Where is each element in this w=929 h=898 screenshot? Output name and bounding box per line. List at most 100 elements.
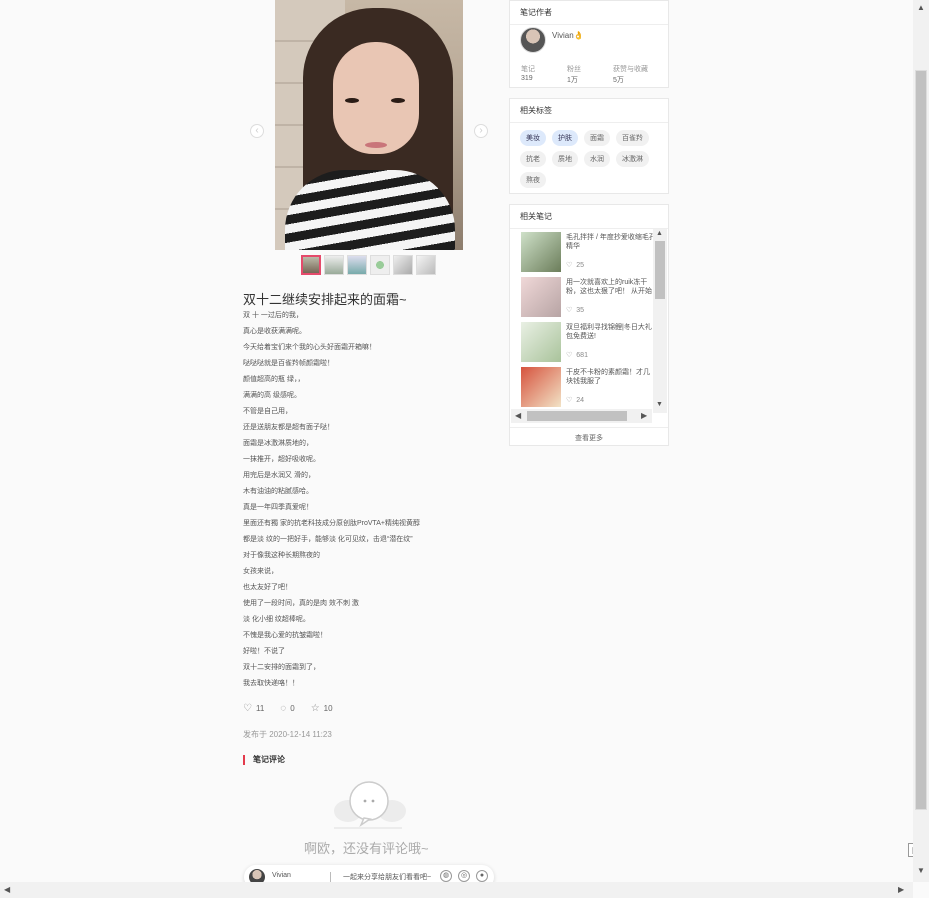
comment-count: 0 [290, 704, 295, 713]
related-like-count: 25 [576, 261, 585, 269]
tag-list: 美妆 护肤 面霜 百雀羚 抗老 质地 水润 冰激淋 熬夜 [510, 123, 668, 195]
comments-heading: 笔记评论 [243, 755, 285, 765]
list-item[interactable]: 毛孔拌拌 / 年度抄爱收缩毛孔精华 ♡ 25 [511, 229, 661, 274]
image-eye-right [391, 98, 405, 103]
author-stat-fans: 粉丝 1万 [567, 64, 581, 85]
related-likes: ♡ 35 [566, 306, 585, 315]
tag[interactable]: 熬夜 [520, 172, 546, 188]
body-line: 真心是收获满满呢。 [243, 328, 306, 335]
related-horizontal-scrollbar[interactable]: ◀ ▶ [511, 409, 652, 423]
tag[interactable]: 质地 [552, 151, 578, 167]
body-line: 淡 化小细 纹超棒呢。 [243, 616, 310, 623]
list-item[interactable]: 干皮不卡粉的素颜霜！才几块钱我服了 ♡ 24 [511, 364, 661, 409]
thumbnail-3[interactable] [347, 255, 367, 275]
related-likes: ♡ 24 [566, 396, 584, 405]
scroll-up-icon[interactable]: ▲ [917, 3, 925, 12]
wechat-icon[interactable]: ◍ [440, 870, 452, 882]
scroll-left-icon[interactable]: ◀ [4, 885, 10, 894]
related-list: 毛孔拌拌 / 年度抄爱收缩毛孔精华 ♡ 25 用一次就喜欢上的ruik冻干粉，这… [511, 229, 661, 413]
related-notes-card: 相关笔记 毛孔拌拌 / 年度抄爱收缩毛孔精华 ♡ 25 用一次就喜欢上的ruik… [509, 204, 669, 446]
like-count: 11 [255, 704, 265, 713]
related-card-heading: 相关笔记 [510, 205, 668, 229]
body-line: 双 十 一过后的我， [243, 312, 303, 319]
next-image-button[interactable]: › [474, 124, 488, 138]
heart-icon: ♡ [566, 352, 573, 359]
comment-icon: ◌ [280, 703, 287, 714]
body-line: 满满的高 级感呢。 [243, 392, 301, 399]
scroll-down-icon[interactable]: ▼ [917, 866, 925, 875]
page-vertical-scrollbar[interactable]: ▲ ▼ [913, 0, 929, 882]
tag[interactable]: 水润 [584, 151, 610, 167]
thumbnail-4[interactable] [370, 255, 390, 275]
stat-value: 1万 [567, 77, 578, 84]
scroll-up-icon[interactable]: ▲ [656, 230, 663, 237]
prev-image-button[interactable]: ‹ [250, 124, 264, 138]
related-vertical-scrollbar[interactable]: ▲ ▼ [653, 229, 667, 413]
body-line: 里面还有獨 家的抗老科技成分原创肽ProVTA+精纯视黄醇 [243, 520, 421, 527]
related-thumbnail [521, 322, 561, 362]
thumbnail-5[interactable] [393, 255, 413, 275]
share-author-name: Vivian [272, 872, 291, 879]
thumbnail-6[interactable] [416, 255, 436, 275]
body-line: 对于像我这种长期熬夜的 [243, 552, 320, 559]
scroll-right-icon[interactable]: ▶ [898, 885, 904, 894]
avatar[interactable] [520, 27, 546, 53]
scrollbar-thumb[interactable] [655, 241, 665, 299]
author-card: 笔记作者 Vivian👌 笔记 319 粉丝 1万 获赞与收藏 5万 [509, 0, 669, 88]
body-line: 面霜是冰激淋质地的， [243, 440, 313, 447]
scroll-down-icon[interactable]: ▼ [656, 401, 663, 408]
author-card-heading: 笔记作者 [510, 1, 668, 25]
thumbnail-1[interactable] [301, 255, 321, 275]
body-line: 真是一年四季真爱呢！ [243, 504, 313, 511]
list-item[interactable]: 双旦福利寻找锦鲤|冬日大礼包免费送! ♡ 681 [511, 319, 661, 364]
note-body: 双 十 一过后的我， 真心是收获满满呢。 今天给着宝们来个我的心头好面霜开箱嘛！… [243, 310, 420, 694]
heart-icon: ♡ [566, 262, 573, 269]
empty-comments-text: 啊欧，还没有评论哦~ [304, 841, 429, 856]
heart-icon: ♡ [566, 307, 573, 314]
body-line: 双十二安排的面霜到了， [243, 664, 320, 671]
related-likes: ♡ 681 [566, 351, 588, 360]
image-eye-left [345, 98, 359, 103]
tag[interactable]: 抗老 [520, 151, 546, 167]
like-button[interactable]: ♡ 11 [243, 703, 264, 714]
tag[interactable]: 冰激淋 [616, 151, 649, 167]
weibo-icon[interactable]: ● [476, 870, 488, 882]
related-title: 毛孔拌拌 / 年度抄爱收缩毛孔精华 [566, 234, 656, 250]
thumbnail-2[interactable] [324, 255, 344, 275]
related-title: 双旦福利寻找锦鲤|冬日大礼包免费送! [566, 324, 652, 340]
share-prompt: 一起来分享给朋友们看看吧~ [343, 874, 432, 881]
related-like-count: 681 [576, 351, 588, 359]
list-item[interactable]: 用一次就喜欢上的ruik冻干粉，这也太狠了吧！ 从开始 ♡ 35 [511, 274, 661, 319]
body-line: 不愧是我心爱的抗皱霜啦！ [243, 632, 327, 639]
body-line: 都是淡 纹的一把好手，能够淡 化可见纹，击退“潜在纹” [243, 536, 413, 543]
image-lips [365, 142, 387, 148]
view-more-link[interactable]: 查看更多 [510, 427, 668, 443]
scrollbar-thumb[interactable] [527, 411, 627, 421]
note-title: 双十二继续安排起来的面霜~ [243, 292, 407, 307]
tag[interactable]: 美妆 [520, 130, 546, 146]
scrollbar-thumb[interactable] [915, 70, 927, 810]
body-line: 也太友好了吧！ [243, 584, 292, 591]
author-stat-likes: 获赞与收藏 5万 [613, 64, 648, 85]
related-title: 干皮不卡粉的素颜霜！才几块钱我服了 [566, 369, 650, 385]
note-main-image[interactable] [275, 0, 463, 250]
body-line: 用完后是水润又 滑的， [243, 472, 315, 479]
heart-icon: ♡ [566, 397, 573, 404]
tag[interactable]: 护肤 [552, 130, 578, 146]
scroll-right-icon[interactable]: ▶ [641, 411, 647, 420]
body-line: 我去取快递咯！！ [243, 680, 299, 687]
image-thumbnails [301, 255, 436, 275]
body-line: 木有油油的粘腻感哈。 [243, 488, 313, 495]
moments-icon[interactable]: ◎ [458, 870, 470, 882]
comment-button[interactable]: ◌ 0 [280, 703, 294, 714]
body-line: 哒哒哒就是百雀羚帧颜霜啦！ [243, 360, 334, 367]
tag[interactable]: 百雀羚 [616, 130, 649, 146]
image-striped-shirt [285, 170, 455, 250]
author-name[interactable]: Vivian👌 [552, 31, 584, 40]
collect-button[interactable]: ☆ 10 [311, 703, 333, 714]
scroll-left-icon[interactable]: ◀ [515, 411, 521, 420]
related-like-count: 35 [576, 306, 585, 314]
page-horizontal-scrollbar[interactable]: ◀ ▶ [0, 882, 913, 898]
tag[interactable]: 面霜 [584, 130, 610, 146]
related-likes: ♡ 25 [566, 261, 585, 270]
